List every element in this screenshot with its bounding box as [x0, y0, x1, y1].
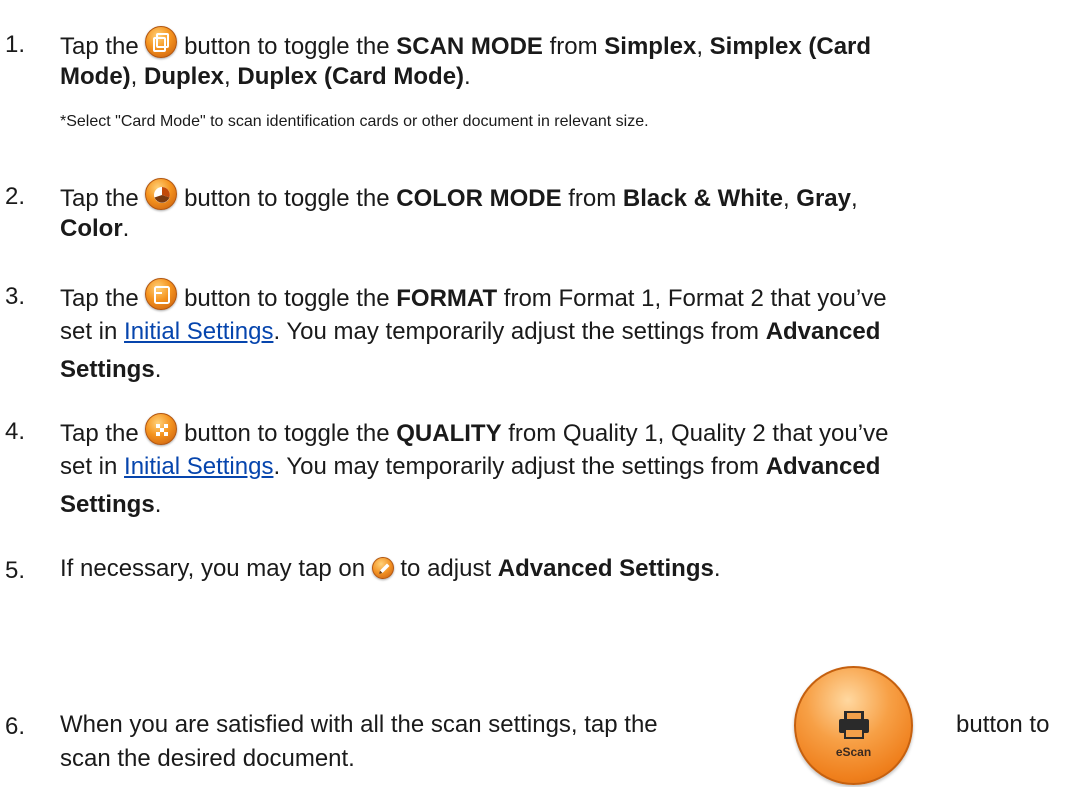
initial-settings-link[interactable]: Initial Settings [124, 453, 273, 480]
step-text: When you are satisfied with all the scan… [60, 711, 658, 738]
step-text: Tap the button to toggle the FORMAT from… [60, 278, 1088, 316]
escan-button[interactable]: eScan [794, 666, 913, 785]
step-number: 5. [5, 557, 26, 584]
color-mode-icon[interactable] [145, 178, 178, 210]
step-text-line-2: set in Initial Settings. You may tempora… [60, 453, 881, 480]
step-text-line-2: Mode), Duplex, Duplex (Card Mode). [60, 63, 471, 90]
step-text-line-2: set in Initial Settings. You may tempora… [60, 318, 881, 345]
edit-icon[interactable] [371, 557, 394, 579]
step-number: 6. [5, 713, 26, 740]
step-text: Tap the button to toggle the QUALITY fro… [60, 413, 1088, 451]
step-text-line-3: Settings. [60, 491, 162, 518]
initial-settings-link[interactable]: Initial Settings [124, 318, 273, 345]
step-text: Tap the button to toggle the SCAN MODE f… [60, 26, 1088, 64]
format-icon[interactable] [145, 278, 178, 310]
quality-icon[interactable] [145, 413, 178, 445]
escan-printer-icon [839, 711, 869, 739]
card-mode-note: *Select "Card Mode" to scan identificati… [60, 113, 649, 130]
step-number: 3. [5, 283, 26, 310]
step-text-line-2: scan the desired document. [60, 745, 355, 772]
step-text: If necessary, you may tap on to adjust A… [60, 555, 721, 582]
step-text-line-3: Settings. [60, 356, 162, 383]
scan-mode-icon[interactable] [145, 26, 178, 58]
step-text-line-2: Color. [60, 215, 130, 242]
step-number: 4. [5, 418, 26, 445]
step-number: 1. [5, 31, 26, 58]
step-text: Tap the button to toggle the COLOR MODE … [60, 178, 1088, 216]
step-text-tail: button to [956, 711, 1050, 738]
step-number: 2. [5, 183, 26, 210]
escan-label: eScan [835, 745, 872, 759]
